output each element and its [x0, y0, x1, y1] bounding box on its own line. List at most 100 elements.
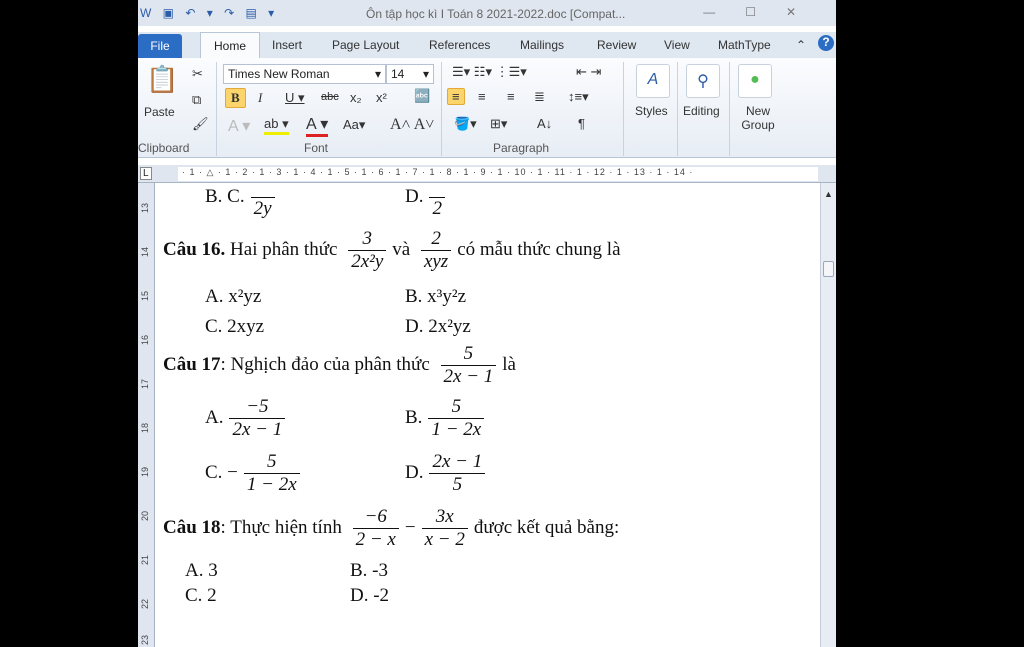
- minimize-ribbon-icon[interactable]: ⌃: [796, 38, 806, 52]
- bold-button[interactable]: B: [225, 88, 246, 108]
- document-page[interactable]: B. C. 2y D. 2 Câu 16. Hai phân thức 3 2x²…: [155, 183, 820, 647]
- line-spacing-button[interactable]: ↕≡▾: [568, 89, 589, 105]
- tab-home[interactable]: Home: [200, 32, 260, 60]
- q17-c-num: 5: [243, 451, 300, 474]
- tab-file[interactable]: File: [138, 34, 182, 59]
- prev-d-den: 2: [432, 198, 442, 219]
- q16-text: Hai phân thức: [230, 238, 338, 260]
- q18-f2-den: x − 2: [424, 529, 465, 550]
- q17-option-d: D.: [405, 461, 424, 483]
- tab-selector[interactable]: L: [140, 167, 152, 180]
- q17-a-den: 2x − 1: [232, 419, 283, 440]
- justify-button[interactable]: ≣: [534, 89, 545, 105]
- quick-access-toolbar[interactable]: W ▣ ↶ ▾ ↷ ▤ ▾: [140, 6, 278, 20]
- vruler-mark: 22: [140, 598, 151, 610]
- q18-option-b: B. -3: [350, 560, 388, 581]
- q17-b-den: 1 − 2x: [431, 419, 482, 440]
- font-name-select[interactable]: Times New Roman ▾: [223, 64, 386, 84]
- tab-mathtype[interactable]: MathType: [718, 38, 771, 52]
- q16-f2-den: xyz: [423, 251, 449, 272]
- format-painter-icon[interactable]: 🖌: [192, 116, 209, 132]
- q16-f1-num: 3: [348, 228, 387, 251]
- underline-button[interactable]: U ▾: [285, 90, 305, 106]
- font-size-select[interactable]: 14 ▾: [386, 64, 434, 84]
- ribbon: 📋 Paste ✂ ⧉ 🖌 Clipboard Times New Roman ▾…: [138, 58, 836, 158]
- q18-minus: −: [404, 516, 416, 538]
- vruler-mark: 13: [140, 202, 151, 214]
- align-center-button[interactable]: ≡: [478, 89, 486, 104]
- vruler-mark: 18: [140, 422, 151, 434]
- styles-icon[interactable]: A: [636, 64, 670, 98]
- tab-view[interactable]: View: [664, 38, 690, 52]
- title-bar: W ▣ ↶ ▾ ↷ ▤ ▾ Ôn tập học kì I Toán 8 202…: [138, 0, 836, 26]
- q18-text: : Thực hiện tính: [220, 516, 342, 538]
- group-font: Font: [304, 141, 329, 155]
- new-group-button[interactable]: New Group: [734, 104, 782, 132]
- highlight-button[interactable]: ab ▾: [264, 116, 289, 135]
- q18-label: Câu 18: [163, 516, 221, 538]
- q16-option-d: D. 2x²yz: [405, 316, 471, 337]
- document-title: Ôn tập học kì I Toán 8 2021-2022.doc [Co…: [366, 7, 626, 21]
- q16-f2-num: 2: [420, 228, 452, 251]
- change-case-icon[interactable]: 🔤: [414, 88, 430, 104]
- bullets-button[interactable]: ☰▾ ☷▾ ⋮☰▾: [452, 64, 527, 80]
- font-size-value: 14: [391, 67, 405, 81]
- subscript-button[interactable]: x₂: [350, 90, 362, 105]
- find-icon[interactable]: ⚲: [686, 64, 720, 98]
- scroll-up-icon[interactable]: ▲: [824, 189, 833, 199]
- show-formatting-button[interactable]: ¶: [578, 116, 585, 131]
- tab-insert[interactable]: Insert: [272, 38, 302, 52]
- q18-text2: được kết quả bằng:: [473, 516, 620, 538]
- text-effects-button[interactable]: A ▾: [228, 116, 250, 136]
- strikethrough-button[interactable]: abc: [321, 91, 339, 103]
- q17-text2: là: [502, 353, 516, 375]
- tab-page-layout[interactable]: Page Layout: [332, 38, 399, 52]
- window-controls[interactable]: —☐✕: [703, 5, 826, 19]
- vruler-mark: 14: [140, 246, 151, 258]
- vruler-mark: 21: [140, 554, 151, 566]
- superscript-button[interactable]: x²: [376, 90, 387, 105]
- question-17: Câu 17: Nghịch đảo của phân thức 5 2x − 1…: [163, 343, 516, 388]
- group-clipboard: Clipboard: [138, 141, 190, 155]
- sort-button[interactable]: A↓: [537, 116, 552, 131]
- q17-a-num: −5: [229, 396, 286, 419]
- help-icon[interactable]: ?: [818, 35, 834, 51]
- q16-option-b: B. x³y²z: [405, 286, 466, 307]
- vertical-ruler[interactable]: 13 14 15 16 17 18 19 20 21 22 23: [138, 183, 155, 647]
- paste-icon[interactable]: 📋: [146, 64, 178, 95]
- grow-font-button[interactable]: A˄ A˅: [390, 116, 434, 134]
- tab-mailings[interactable]: Mailings: [520, 38, 564, 52]
- prev-c-den: 2y: [253, 198, 272, 219]
- vruler-mark: 23: [140, 634, 151, 646]
- shading-button[interactable]: 🪣▾: [454, 116, 477, 132]
- ribbon-tabs: File Home Insert Page Layout References …: [138, 32, 836, 60]
- indent-buttons[interactable]: ⇤ ⇥: [576, 64, 601, 80]
- q18-f1-num: −6: [352, 506, 399, 529]
- font-color-button[interactable]: A ▾: [306, 114, 329, 137]
- change-case-button[interactable]: Aa▾: [343, 117, 365, 133]
- prev-option-d: D.: [405, 185, 424, 207]
- cut-icon[interactable]: ✂: [192, 66, 203, 82]
- new-group-icon[interactable]: ●: [738, 64, 772, 98]
- prev-option-c: B. C.: [205, 185, 245, 207]
- tab-review[interactable]: Review: [597, 38, 636, 52]
- vruler-mark: 15: [140, 290, 151, 302]
- borders-button[interactable]: ⊞▾: [490, 116, 507, 132]
- align-left-button[interactable]: ≡: [447, 88, 465, 105]
- tab-references[interactable]: References: [429, 38, 490, 52]
- scrollbar-thumb[interactable]: [823, 261, 834, 277]
- q17-text: : Nghịch đảo của phân thức: [220, 353, 430, 375]
- styles-button[interactable]: Styles: [635, 104, 668, 118]
- question-16: Câu 16. Hai phân thức 3 2x²y và 2 xyz có mẫu…: [163, 228, 621, 273]
- paste-button[interactable]: Paste: [144, 105, 175, 119]
- q18-option-d: D. -2: [350, 585, 390, 606]
- q16-label: Câu 16.: [163, 238, 226, 260]
- align-right-button[interactable]: ≡: [507, 89, 515, 104]
- q18-option-c: C. 2: [185, 585, 217, 606]
- copy-icon[interactable]: ⧉: [192, 92, 201, 108]
- editing-button[interactable]: Editing: [683, 104, 720, 118]
- vruler-mark: 16: [140, 334, 151, 346]
- q17-option-a: A.: [205, 406, 224, 428]
- vertical-scrollbar[interactable]: ▲: [820, 183, 836, 647]
- italic-button[interactable]: I: [258, 90, 262, 106]
